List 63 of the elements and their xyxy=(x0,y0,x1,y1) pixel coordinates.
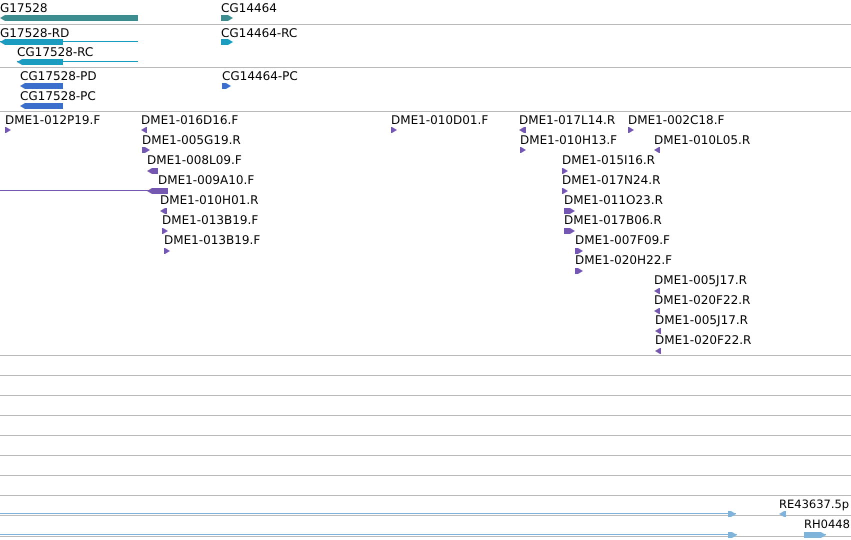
feature-label: DME1-015I16.R xyxy=(562,154,656,166)
feature-label: CG17528-PC xyxy=(20,90,96,102)
feature-glyph[interactable] xyxy=(655,348,661,354)
feature-label: RH0448 xyxy=(804,518,850,530)
feature-glyph[interactable] xyxy=(142,147,150,153)
feature-label: DME1-013B19.F xyxy=(162,214,258,226)
feature-label: DME1-010D01.F xyxy=(391,114,488,126)
feature-glyph[interactable] xyxy=(520,147,526,153)
feature-label: DME1-008L09.F xyxy=(147,154,242,166)
feature-label: DME1-017L14.R xyxy=(519,114,616,126)
feature-label: CG17528-RC xyxy=(17,46,94,58)
feature-label: DME1-011O23.R xyxy=(564,194,663,206)
feature-label: CG17528-PD xyxy=(20,70,97,82)
feature-glyph[interactable] xyxy=(20,83,63,89)
feature-label: DME1-009A10.F xyxy=(158,174,254,186)
feature-glyph[interactable] xyxy=(162,228,168,234)
feature-glyph[interactable] xyxy=(20,103,63,109)
feature-label: DME1-020H22.F xyxy=(575,254,672,266)
feature-glyph[interactable] xyxy=(222,83,231,89)
feature-label: DME1-020F22.R xyxy=(654,294,750,306)
feature-glyph[interactable] xyxy=(164,248,170,254)
feature-label: DME1-010L05.R xyxy=(654,134,750,146)
feature-label: DME1-017N24.R xyxy=(562,174,660,186)
feature-label: DME1-010H01.R xyxy=(160,194,258,206)
feature-label: DME1-005J17.R xyxy=(654,274,748,286)
feature-glyph[interactable] xyxy=(147,168,158,174)
feature-label: DME1-010H13.F xyxy=(520,134,618,146)
feature-glyph[interactable] xyxy=(141,127,147,133)
feature-glyph[interactable] xyxy=(575,248,583,254)
feature-label: DME1-005G19.R xyxy=(142,134,241,146)
feature-label: RE43637.5p xyxy=(779,498,850,510)
feature-label: DME1-002C18.F xyxy=(628,114,724,126)
feature-label: DME1-012P19.F xyxy=(5,114,100,126)
feature-glyph[interactable] xyxy=(654,308,660,314)
feature-glyph[interactable] xyxy=(221,39,233,45)
feature-label: DME1-007F09.F xyxy=(575,234,670,246)
feature-glyph[interactable] xyxy=(0,188,168,194)
feature-glyph[interactable] xyxy=(628,127,634,133)
feature-glyph[interactable] xyxy=(654,288,660,294)
feature-glyph[interactable] xyxy=(654,147,660,153)
feature-label: G17528-RD xyxy=(0,27,70,39)
feature-glyph[interactable] xyxy=(562,188,568,194)
feature-label: G17528 xyxy=(0,2,48,14)
feature-glyph[interactable] xyxy=(17,59,138,65)
feature-label: DME1-016D16.F xyxy=(141,114,238,126)
feature-label: CG14464-PC xyxy=(222,70,298,82)
feature-glyph[interactable] xyxy=(160,208,167,214)
feature-label: DME1-013B19.F xyxy=(164,234,260,246)
feature-glyph[interactable] xyxy=(655,328,661,334)
feature-label: DME1-020F22.R xyxy=(655,334,752,346)
feature-label: CG14464-RC xyxy=(221,27,298,39)
feature-glyph[interactable] xyxy=(575,268,583,274)
feature-label: DME1-017B06.R xyxy=(564,214,662,226)
feature-glyph[interactable] xyxy=(221,15,233,21)
feature-glyph[interactable] xyxy=(564,228,575,234)
feature-glyph[interactable] xyxy=(519,127,526,133)
feature-label: CG14464 xyxy=(221,2,277,14)
feature-label: DME1-005J17.R xyxy=(655,314,748,326)
feature-glyph[interactable] xyxy=(5,127,11,133)
feature-glyph[interactable] xyxy=(0,39,138,45)
feature-glyph[interactable] xyxy=(564,208,575,214)
feature-glyph[interactable] xyxy=(562,168,568,174)
feature-glyph[interactable] xyxy=(391,127,397,133)
